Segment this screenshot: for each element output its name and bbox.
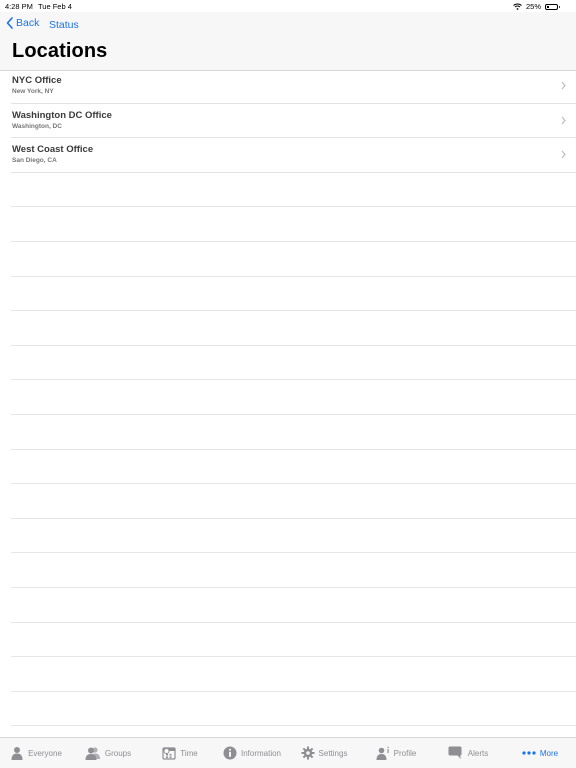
list-item[interactable]: West Coast Office San Diego, CA bbox=[11, 138, 576, 173]
tab-label: Alerts bbox=[467, 748, 489, 758]
location-name: West Coast Office bbox=[12, 144, 94, 156]
wifi-icon bbox=[513, 3, 522, 10]
empty-list-row bbox=[11, 657, 576, 692]
tab-bar: Everyone Groups Time Information Setting… bbox=[0, 737, 576, 768]
more-dots-icon bbox=[522, 751, 536, 755]
chat-bubble-icon bbox=[448, 746, 462, 759]
status-time: 4:28 PM bbox=[5, 2, 33, 11]
status-right: 25% bbox=[513, 2, 560, 11]
page-title: Locations bbox=[12, 40, 108, 62]
tab-time[interactable]: Time bbox=[144, 746, 216, 760]
calendar-icon bbox=[162, 747, 176, 760]
empty-list-row bbox=[11, 553, 576, 588]
status-bar: 4:28 PM Tue Feb 4 25% bbox=[0, 0, 576, 12]
back-label: Back bbox=[16, 17, 40, 29]
empty-list-row bbox=[11, 519, 576, 554]
location-city: San Diego, CA bbox=[12, 157, 57, 165]
empty-list-row bbox=[11, 415, 576, 450]
location-name: Washington DC Office bbox=[12, 109, 112, 121]
info-icon bbox=[223, 746, 237, 760]
empty-list-row bbox=[11, 311, 576, 346]
empty-list-row bbox=[11, 380, 576, 415]
gear-icon bbox=[301, 746, 315, 760]
tab-label: Profile bbox=[393, 748, 417, 758]
tab-everyone[interactable]: Everyone bbox=[0, 746, 72, 760]
status-date: Tue Feb 4 bbox=[38, 2, 72, 11]
tab-information[interactable]: Information bbox=[216, 746, 288, 760]
battery-icon bbox=[545, 3, 560, 10]
person-icon bbox=[11, 747, 23, 760]
tab-label: Information bbox=[240, 748, 282, 758]
empty-list-row bbox=[11, 277, 576, 312]
empty-list-row bbox=[11, 207, 576, 242]
empty-list-row bbox=[11, 450, 576, 485]
locations-list: NYC Office New York, NY Washington DC Of… bbox=[0, 69, 576, 727]
empty-list-row bbox=[11, 173, 576, 208]
tab-alerts[interactable]: Alerts bbox=[432, 746, 504, 760]
tab-label: More bbox=[539, 748, 559, 758]
chevron-right-icon bbox=[561, 150, 566, 159]
tab-settings[interactable]: Settings bbox=[288, 746, 360, 760]
location-name: NYC Office bbox=[12, 75, 62, 86]
tab-label: Time bbox=[180, 748, 198, 758]
empty-list-row bbox=[11, 623, 576, 658]
tab-profile[interactable]: Profile bbox=[360, 746, 432, 760]
empty-list-row bbox=[11, 242, 576, 277]
battery-percent: 25% bbox=[525, 2, 541, 11]
tab-groups[interactable]: Groups bbox=[72, 746, 144, 760]
empty-list-row bbox=[11, 346, 576, 381]
chevron-left-icon bbox=[6, 17, 13, 29]
list-item[interactable]: NYC Office New York, NY bbox=[11, 69, 576, 104]
profile-icon bbox=[376, 746, 389, 760]
navigation-bar: Back Status Locations bbox=[0, 12, 576, 71]
tab-more[interactable]: More bbox=[504, 749, 576, 758]
tab-label: Groups bbox=[104, 748, 132, 758]
chevron-right-icon bbox=[561, 81, 566, 90]
back-button[interactable]: Back bbox=[6, 17, 39, 29]
group-icon bbox=[85, 747, 100, 760]
empty-list-row bbox=[11, 484, 576, 519]
empty-rows bbox=[0, 173, 576, 727]
empty-list-row bbox=[11, 692, 576, 727]
tab-label: Everyone bbox=[28, 748, 62, 758]
status-link[interactable]: Status bbox=[49, 19, 79, 31]
empty-list-row bbox=[11, 588, 576, 623]
list-item[interactable]: Washington DC Office Washington, DC bbox=[11, 104, 576, 139]
location-city: New York, NY bbox=[12, 88, 54, 95]
tab-label: Settings bbox=[318, 748, 348, 758]
location-city: Washington, DC bbox=[12, 122, 62, 130]
chevron-right-icon bbox=[561, 116, 566, 124]
